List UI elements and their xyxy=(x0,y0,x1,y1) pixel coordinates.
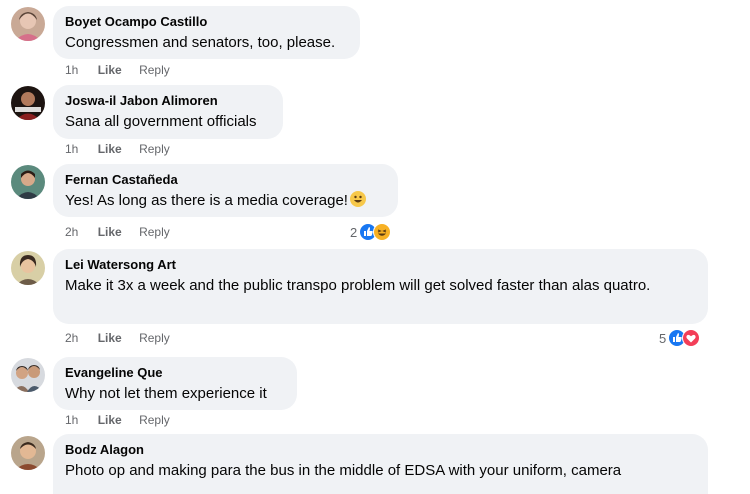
comment-time[interactable]: 1h xyxy=(65,142,78,156)
comment-author[interactable]: Lei Watersong Art xyxy=(65,257,696,273)
avatar[interactable] xyxy=(11,358,45,392)
comment-actions: 1h Like Reply xyxy=(65,63,170,77)
comment-text: Why not let them experience it xyxy=(65,385,267,402)
comment-text: Photo op and making para the bus in the … xyxy=(65,462,622,479)
reply-button[interactable]: Reply xyxy=(139,331,170,345)
comment-author[interactable]: Bodz Alagon xyxy=(65,442,696,458)
like-button[interactable]: Like xyxy=(98,225,122,239)
avatar[interactable] xyxy=(11,86,45,120)
comment-author[interactable]: Fernan Castañeda xyxy=(65,172,386,188)
reply-button[interactable]: Reply xyxy=(139,63,170,77)
comment-author[interactable]: Boyet Ocampo Castillo xyxy=(65,14,348,30)
comment-bubble: Lei Watersong Art Make it 3x a week and … xyxy=(53,249,708,324)
haha-icon xyxy=(373,223,392,241)
comment-text: Yes! As long as there is a media coverag… xyxy=(65,190,386,211)
avatar[interactable] xyxy=(11,7,45,41)
comment-text: Sana all government officials xyxy=(65,113,257,130)
comment-author[interactable]: Joswa-il Jabon Alimoren xyxy=(65,93,271,109)
comment-time[interactable]: 2h xyxy=(65,225,78,239)
reply-button[interactable]: Reply xyxy=(139,413,170,427)
like-button[interactable]: Like xyxy=(98,142,122,156)
reaction-count: 5 xyxy=(659,330,667,346)
comment-bubble: Bodz Alagon Photo op and making para the… xyxy=(53,434,708,494)
reaction-count: 2 xyxy=(350,224,358,240)
reaction-summary[interactable]: 5 xyxy=(659,328,701,348)
reaction-summary[interactable]: 2 xyxy=(350,222,392,242)
comment-time[interactable]: 1h xyxy=(65,63,78,77)
comment-text: Make it 3x a week and the public transpo… xyxy=(65,277,651,294)
comment-bubble: Joswa-il Jabon Alimoren Sana all governm… xyxy=(53,85,283,139)
avatar[interactable] xyxy=(11,436,45,470)
like-button[interactable]: Like xyxy=(98,331,122,345)
grinning-face-icon xyxy=(349,191,366,207)
like-button[interactable]: Like xyxy=(98,63,122,77)
comment-text: Congressmen and senators, too, please. xyxy=(65,34,336,51)
comment-actions: 2h Like Reply xyxy=(65,225,170,239)
like-button[interactable]: Like xyxy=(98,413,122,427)
avatar[interactable] xyxy=(11,165,45,199)
comment-time[interactable]: 1h xyxy=(65,413,78,427)
reply-button[interactable]: Reply xyxy=(139,225,170,239)
comment-time[interactable]: 2h xyxy=(65,331,78,345)
avatar[interactable] xyxy=(11,251,45,285)
comment-author[interactable]: Evangeline Que xyxy=(65,365,285,381)
comment-bubble: Evangeline Que Why not let them experien… xyxy=(53,357,297,410)
comment-actions: 2h Like Reply xyxy=(65,331,170,345)
comment-actions: 1h Like Reply xyxy=(65,413,170,427)
reply-button[interactable]: Reply xyxy=(139,142,170,156)
comment-text-content: Yes! As long as there is a media coverag… xyxy=(65,192,348,209)
comment-actions: 1h Like Reply xyxy=(65,142,170,156)
comment-bubble: Fernan Castañeda Yes! As long as there i… xyxy=(53,164,398,217)
comment-bubble: Boyet Ocampo Castillo Congressmen and se… xyxy=(53,6,360,59)
love-icon xyxy=(682,329,701,347)
